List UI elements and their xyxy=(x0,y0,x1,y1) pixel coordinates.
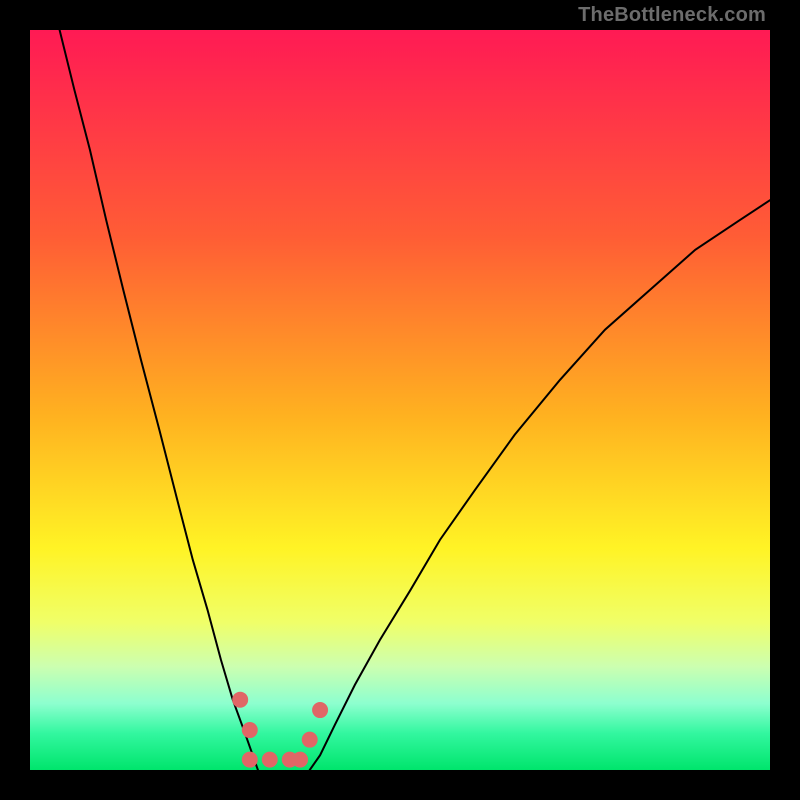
data-marker xyxy=(242,722,258,738)
data-marker xyxy=(282,752,298,768)
data-marker xyxy=(312,702,328,718)
data-marker xyxy=(242,752,258,768)
plot-area xyxy=(30,30,770,770)
chart-frame: TheBottleneck.com xyxy=(0,0,800,800)
gradient-background xyxy=(30,30,770,770)
chart-svg xyxy=(30,30,770,770)
watermark-text: TheBottleneck.com xyxy=(578,4,766,27)
data-marker xyxy=(262,752,278,768)
data-marker xyxy=(302,732,318,748)
data-marker xyxy=(232,692,248,708)
